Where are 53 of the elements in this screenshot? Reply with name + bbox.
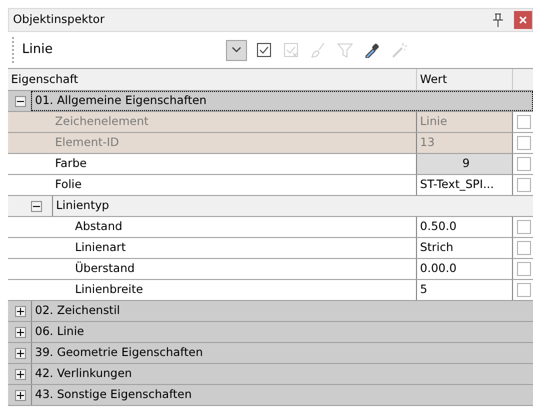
plus-icon [17,392,24,398]
magic-wand-icon [390,42,406,58]
close-icon [519,16,527,24]
checkbox[interactable] [517,157,531,171]
checkbox[interactable] [517,136,531,150]
expand-toggle[interactable] [15,326,26,338]
row-gutter [8,112,52,132]
close-button[interactable] [514,11,532,29]
checkbox-cross-icon [282,42,298,58]
plus-icon [17,350,24,356]
chevron-down-button[interactable] [226,40,247,60]
row-gutter [8,133,52,153]
expand-toggle[interactable] [15,390,26,400]
eyedropper-icon [364,42,380,58]
expand-toggle[interactable] [15,368,26,380]
property-name: Linienart [72,238,417,258]
plus-icon [17,370,24,378]
property-value[interactable]: 0.00.0 [417,259,513,279]
property-name: Folie [52,175,417,195]
property-value[interactable]: Strich [417,238,513,258]
property-value[interactable]: 0.50.0 [417,217,513,237]
pin-icon [492,13,504,27]
checkbox-icon [256,42,272,58]
property-value: 13 [417,133,513,153]
checkbox[interactable] [517,262,531,276]
object-name: Linie [22,41,54,60]
property-name: Abstand [72,217,417,237]
checkbox[interactable] [517,283,531,297]
window-title: Objektinspektor [13,11,106,28]
column-header[interactable]: Wert [417,69,513,90]
expand-toggle[interactable] [31,200,42,212]
checkbox[interactable] [517,220,531,234]
property-name: Element-ID [52,133,417,153]
property-value[interactable]: 5 [417,280,513,300]
column-header[interactable]: Eigenschaft [8,69,417,90]
checkbox[interactable] [517,115,531,129]
expand-toggle[interactable] [15,306,26,316]
checkbox[interactable] [517,178,531,192]
chevron-down-icon [232,47,241,53]
property-value[interactable]: ST-Text_SPI... [417,175,513,195]
plus-icon [17,328,24,336]
property-value[interactable]: 9 [417,154,513,174]
checkbox[interactable] [517,241,531,255]
property-name: Zeichenelement [52,112,417,132]
property-name: Linienbreite [72,280,417,300]
brush-icon [310,42,326,58]
property-value: Linie [417,112,513,132]
subgroup-header[interactable]: Linientyp [52,196,533,216]
plus-icon [17,308,24,314]
filter-icon [336,42,352,58]
property-name: Überstand [72,259,417,279]
expand-toggle[interactable] [15,96,26,106]
expand-toggle[interactable] [15,348,26,358]
